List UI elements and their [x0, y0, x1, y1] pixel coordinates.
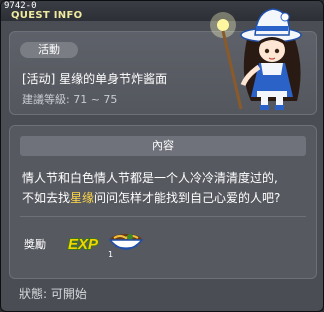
description-line-2: 不如去找星缘问问怎样才能找到自己心爱的人吧? — [22, 188, 312, 208]
window-title: QUEST INFO — [11, 10, 83, 21]
description-line-1: 情人节和白色情人节都是一个人冷冷清清度过的, — [22, 171, 278, 185]
content-header: 內容 — [20, 136, 306, 156]
exp-icon[interactable]: EXP — [66, 230, 106, 256]
quest-name: [活动] 星缘的单身节炸酱面 — [22, 72, 168, 86]
quest-status: 狀態: 可開始 — [19, 287, 87, 301]
level-requirement: 建議等級: 71 ~ 75 — [22, 93, 118, 106]
quest-description: 情人节和白色情人节都是一个人冷冷清清度过的, 不如去找星缘问问怎样才能找到自己心… — [22, 168, 312, 208]
divider — [20, 216, 306, 217]
npc-portrait — [210, 8, 302, 110]
description-text: 问问怎样才能找到自己心爱的人吧? — [94, 191, 281, 205]
npc-name-highlight: 星缘 — [70, 191, 95, 205]
reward-label: 獎勵 — [24, 238, 46, 251]
exp-icon-text: EXP — [68, 236, 99, 253]
reward-count: 1 — [108, 250, 113, 258]
category-badge: 活動 — [20, 42, 78, 58]
description-text: 不如去找 — [22, 191, 71, 205]
noodle-bowl-icon[interactable]: 1 — [106, 226, 146, 258]
quest-info-window: 9742-0 QUEST INFO 活動 [活动] 星缘的单身节炸酱面 建議等級… — [0, 0, 324, 312]
content-panel: 內容 情人节和白色情人节都是一个人冷冷清清度过的, 不如去找星缘问问怎样才能找到… — [9, 125, 317, 279]
